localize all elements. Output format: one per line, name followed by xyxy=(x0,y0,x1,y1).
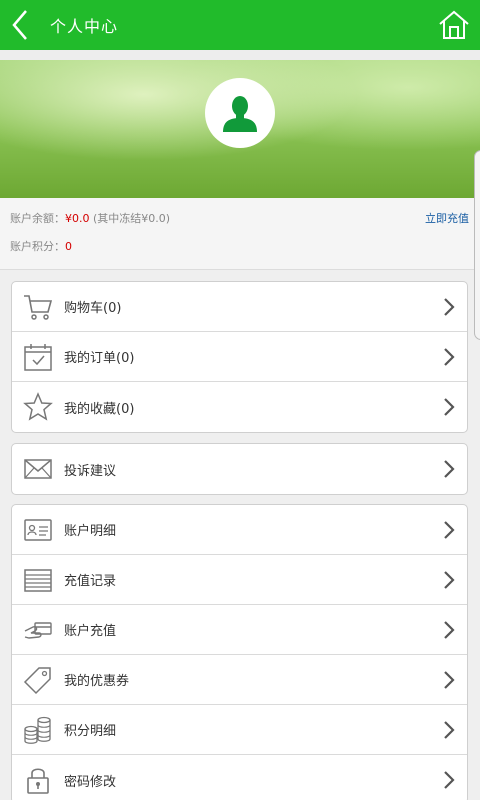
home-icon xyxy=(439,10,469,39)
menu-item-feedback[interactable]: 投诉建议 xyxy=(12,444,467,494)
divider xyxy=(0,50,480,60)
menu-item-label: 账户充值 xyxy=(64,624,117,639)
chevron-right-icon xyxy=(444,348,455,366)
list-icon xyxy=(24,568,52,592)
chevron-right-icon xyxy=(444,721,455,739)
lock-icon xyxy=(27,768,49,794)
star-icon xyxy=(23,392,53,421)
menu-item-label: 我的订单(0) xyxy=(64,351,135,366)
menu-group-feedback: 投诉建议 xyxy=(11,443,468,495)
menu-item-account-recharge[interactable]: 账户充值 xyxy=(12,605,467,655)
card-hand-icon xyxy=(24,621,52,639)
menu-item-label: 积分明细 xyxy=(64,724,117,739)
points-line: 账户积分：0 xyxy=(10,238,72,254)
tag-icon xyxy=(23,666,51,694)
balance-label: 账户余额： xyxy=(10,212,65,225)
menu-item-favorites[interactable]: 我的收藏(0) xyxy=(12,382,467,432)
top-bar: 个人中心 xyxy=(0,0,480,50)
menu-item-change-password[interactable]: 密码修改 xyxy=(12,755,467,800)
chevron-right-icon xyxy=(444,771,455,789)
recharge-link[interactable]: 立即充值 xyxy=(425,210,469,226)
menu-item-label: 投诉建议 xyxy=(64,463,117,479)
chevron-right-icon xyxy=(444,398,455,416)
menu-item-cart[interactable]: 购物车(0) xyxy=(12,282,467,332)
menu-item-points-details[interactable]: 积分明细 xyxy=(12,705,467,755)
balance-line: 账户余额：¥0.0 (其中冻结¥0.0) xyxy=(10,210,170,226)
menu-group-account: 账户明细 充值记录 账户充值 我的优惠券 积分明细 密码修改 xyxy=(11,504,468,800)
menu-group-shopping: 购物车(0) 我的订单(0) 我的收藏(0) xyxy=(11,281,468,433)
user-avatar-icon xyxy=(223,96,257,132)
page-title: 个人中心 xyxy=(50,17,119,36)
menu-item-label: 我的优惠券 xyxy=(64,674,130,689)
menu-item-recharge-records[interactable]: 充值记录 xyxy=(12,555,467,605)
scroll-handle[interactable] xyxy=(474,150,480,340)
cart-icon xyxy=(24,294,53,320)
back-chevron-icon xyxy=(12,10,27,40)
menu-item-label: 密码修改 xyxy=(64,774,117,790)
menu-item-label: 购物车(0) xyxy=(64,301,122,316)
points-label: 账户积分： xyxy=(10,240,65,253)
chevron-right-icon xyxy=(444,460,455,478)
avatar[interactable] xyxy=(205,78,275,148)
menu-item-account-details[interactable]: 账户明细 xyxy=(12,505,467,555)
profile-banner xyxy=(0,60,480,198)
menu-item-orders[interactable]: 我的订单(0) xyxy=(12,332,467,382)
chevron-right-icon xyxy=(444,298,455,316)
id-card-icon xyxy=(24,518,52,541)
menu-item-coupons[interactable]: 我的优惠券 xyxy=(12,655,467,705)
chevron-right-icon xyxy=(444,571,455,589)
account-summary: 账户余额：¥0.0 (其中冻结¥0.0) 立即充值 账户积分：0 xyxy=(0,198,480,270)
back-button[interactable] xyxy=(0,0,40,50)
frozen-text: (其中冻结¥0.0) xyxy=(93,212,171,225)
menu-item-label: 账户明细 xyxy=(64,524,117,539)
points-value: 0 xyxy=(65,240,72,253)
envelope-icon xyxy=(24,459,52,479)
chevron-right-icon xyxy=(444,671,455,689)
balance-value: ¥0.0 xyxy=(65,212,90,225)
coins-icon xyxy=(24,716,51,744)
chevron-right-icon xyxy=(444,521,455,539)
home-button[interactable] xyxy=(438,9,470,41)
menu-item-label: 我的收藏(0) xyxy=(64,401,135,417)
calendar-check-icon xyxy=(24,343,52,371)
chevron-right-icon xyxy=(444,621,455,639)
menu-item-label: 充值记录 xyxy=(64,574,117,589)
